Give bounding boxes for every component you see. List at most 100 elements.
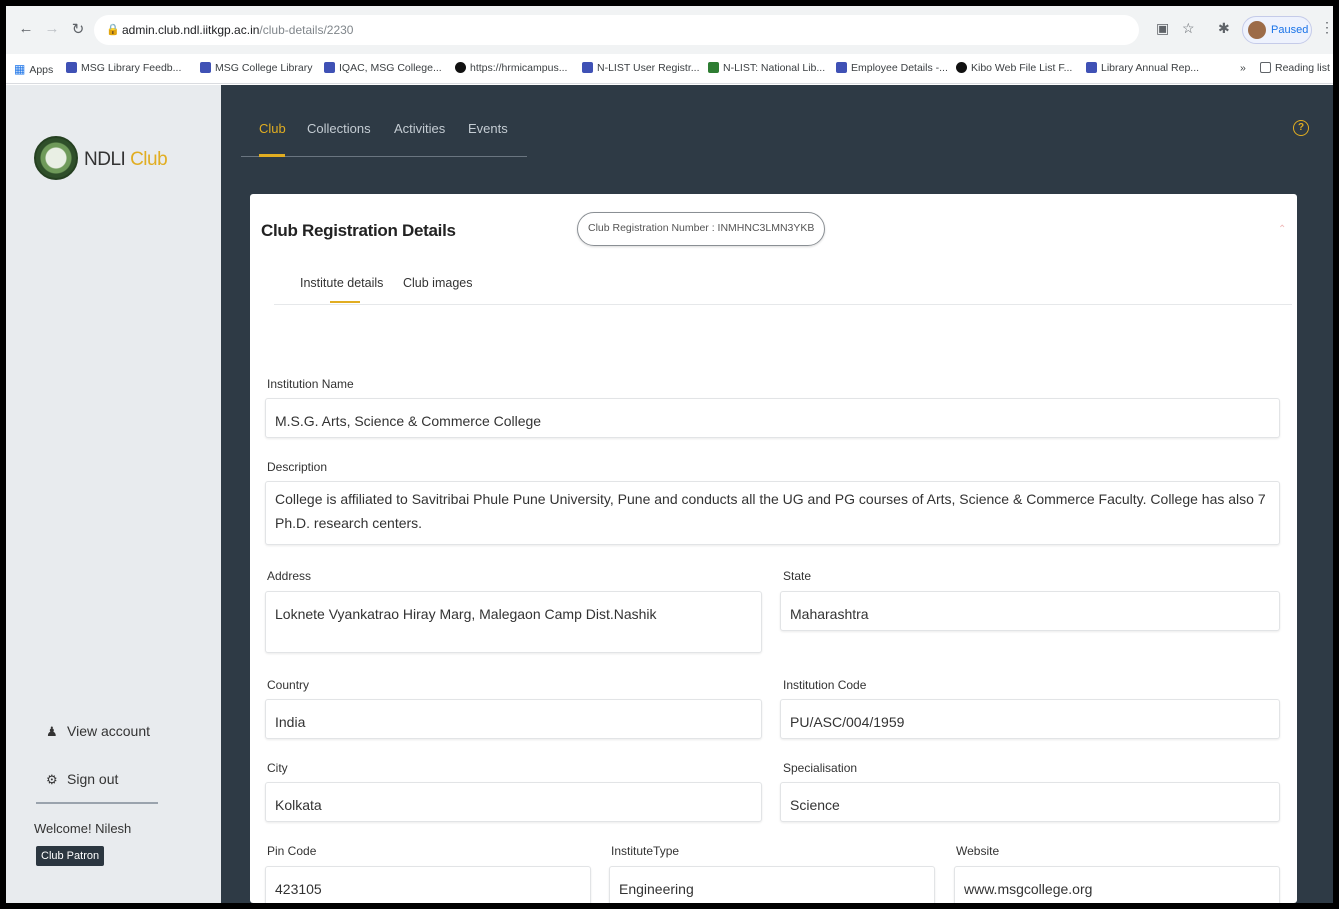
browser-toolbar: ← → ↻ 🔒 admin.club.ndl.iitkgp.ac.in/club… (6, 6, 1333, 54)
bookmark-label: MSG College Library (215, 62, 313, 74)
specialisation-label: Specialisation (783, 761, 858, 775)
form-icon (582, 62, 593, 73)
star-icon[interactable]: ☆ (1182, 20, 1195, 37)
description-field[interactable]: College is affiliated to Savitribai Phul… (265, 481, 1280, 545)
bookmark-label: Apps (29, 64, 54, 76)
pin-code-field[interactable]: 423105 (265, 866, 591, 903)
card-title: Club Registration Details (261, 221, 456, 240)
club-details-card: Club Registration Details Club Registrat… (250, 194, 1297, 903)
sidebar-divider (36, 802, 158, 804)
gear-icon: ⚙ (46, 772, 58, 787)
brand-main: NDLI (84, 149, 126, 170)
bookmarks-bar: ▦ Apps MSG Library Feedb... MSG College L… (6, 54, 1333, 84)
bookmark-label: N-LIST User Registr... (597, 62, 700, 74)
share-icon[interactable]: ▣ (1156, 20, 1169, 37)
form-icon (836, 62, 847, 73)
bookmark-label: N-LIST: National Lib... (723, 62, 826, 74)
nlist-icon (708, 62, 719, 73)
tab-club[interactable]: Club (259, 121, 286, 136)
profile-button[interactable]: Paused (1242, 16, 1312, 44)
address-label: Address (267, 569, 312, 583)
state-field[interactable]: Maharashtra (780, 591, 1280, 631)
bookmark-label: MSG Library Feedb... (81, 62, 182, 74)
tab-events[interactable]: Events (468, 121, 508, 136)
description-label: Description (267, 460, 328, 474)
user-icon: ♟ (46, 724, 58, 739)
state-label: State (783, 569, 812, 583)
sidebar: NDLI Club ♟ View account ⚙ Sign out (6, 85, 221, 903)
country-field[interactable]: India (265, 699, 762, 739)
apps-icon: ▦ (14, 62, 26, 76)
browser-window: ← → ↻ 🔒 admin.club.ndl.iitkgp.ac.in/club… (6, 6, 1333, 903)
reload-icon[interactable]: ↻ (68, 20, 88, 38)
bookmark-label: Employee Details -... (851, 62, 948, 74)
website-field[interactable]: www.msgcollege.org (954, 866, 1280, 903)
bookmark-label: IQAC, MSG College... (339, 62, 442, 74)
bookmark-item[interactable]: MSG Library Feedb... (66, 62, 181, 74)
url-host: admin.club.ndl.iitkgp.ac.in (122, 23, 260, 37)
registration-number-badge: Club Registration Number : INMHNC3LMN3YK… (577, 212, 826, 246)
subtab-club-images[interactable]: Club images (403, 276, 472, 290)
kibo-icon (956, 62, 967, 73)
pin-code-label: Pin Code (267, 844, 317, 858)
bookmark-label: Kibo Web File List F... (971, 62, 1073, 74)
back-arrow-icon[interactable]: ← (16, 20, 36, 37)
bookmark-apps[interactable]: ▦ Apps (14, 62, 53, 76)
institution-name-label: Institution Name (267, 377, 354, 391)
bookmark-item[interactable]: N-LIST User Registr... (582, 62, 700, 74)
help-icon[interactable]: ? (1293, 120, 1309, 136)
form-icon (1086, 62, 1097, 73)
avatar (1248, 21, 1266, 39)
view-account-label: View account (67, 723, 151, 739)
institute-type-label: InstituteType (611, 844, 680, 858)
top-nav: Club Collections Activities Events (241, 85, 527, 157)
lock-icon: 🔒 (106, 24, 120, 36)
url-path: /club-details/2230 (259, 23, 354, 37)
bookmark-label: Library Annual Rep... (1101, 62, 1200, 74)
specialisation-field[interactable]: Science (780, 782, 1280, 822)
website-label: Website (956, 844, 1000, 858)
form-icon (200, 62, 211, 73)
profile-status: Paused (1271, 24, 1309, 36)
extensions-icon[interactable]: ✱ (1218, 20, 1230, 37)
welcome-text: Welcome! Nilesh (34, 821, 132, 836)
bookmark-item[interactable]: Kibo Web File List F... (956, 62, 1072, 74)
bookmark-item[interactable]: https://hrmicampus... (455, 62, 567, 74)
form-icon (324, 62, 335, 73)
institute-type-field[interactable]: Engineering (609, 866, 935, 903)
url-text: admin.club.ndl.iitkgp.ac.in/club-details… (122, 23, 353, 37)
menu-icon[interactable]: ⋮ (1320, 19, 1333, 36)
address-bar[interactable]: 🔒 admin.club.ndl.iitkgp.ac.in/club-detai… (94, 15, 1139, 45)
brand-name[interactable]: NDLI Club (84, 149, 168, 171)
bookmark-label: https://hrmicampus... (470, 62, 568, 74)
city-field[interactable]: Kolkata (265, 782, 762, 822)
more-bookmarks-icon[interactable]: » (1240, 62, 1246, 74)
active-subtab-indicator (330, 301, 360, 303)
ndli-logo (34, 136, 78, 180)
bookmark-item[interactable]: IQAC, MSG College... (324, 62, 442, 74)
address-field[interactable]: Loknete Vyankatrao Hiray Marg, Malegaon … (265, 591, 762, 653)
tab-activities[interactable]: Activities (394, 121, 445, 136)
bookmark-item[interactable]: MSG College Library (200, 62, 312, 74)
role-badge: Club Patron (36, 846, 105, 866)
city-label: City (267, 761, 288, 775)
forward-arrow-icon[interactable]: → (42, 20, 62, 37)
bookmark-item[interactable]: Library Annual Rep... (1086, 62, 1199, 74)
view-account-link[interactable]: ♟ View account (46, 723, 150, 740)
reading-list-icon (1260, 62, 1271, 73)
country-label: Country (267, 678, 310, 692)
tab-collections[interactable]: Collections (307, 121, 371, 136)
sign-out-label: Sign out (67, 771, 119, 787)
subtab-bar: Institute details Club images (274, 260, 1292, 305)
active-tab-indicator (259, 154, 285, 157)
institution-name-field[interactable]: M.S.G. Arts, Science & Commerce College (265, 398, 1280, 438)
reading-list-label: Reading list (1275, 62, 1330, 74)
bookmark-item[interactable]: Employee Details -... (836, 62, 948, 74)
reading-list[interactable]: Reading list (1260, 62, 1330, 74)
bookmark-item[interactable]: N-LIST: National Lib... (708, 62, 825, 74)
form-icon (66, 62, 77, 73)
subtab-institute-details[interactable]: Institute details (300, 276, 383, 290)
collapse-icon[interactable]: ⌃ (1278, 224, 1286, 235)
sign-out-link[interactable]: ⚙ Sign out (46, 771, 118, 788)
institution-code-field[interactable]: PU/ASC/004/1959 (780, 699, 1280, 739)
